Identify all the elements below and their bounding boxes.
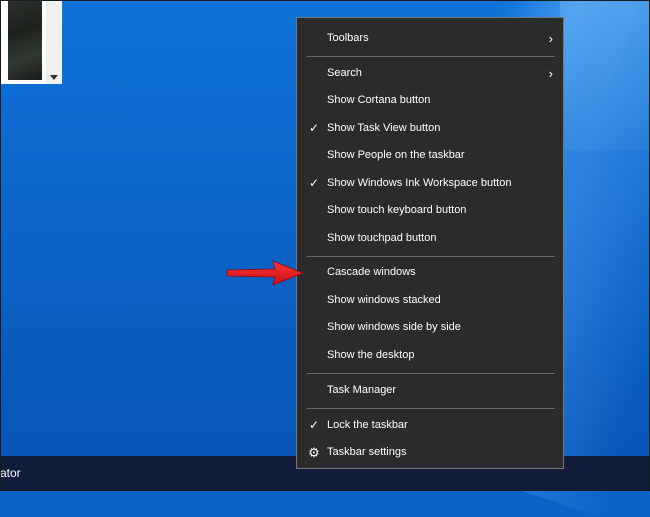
checkmark-icon: ✓ bbox=[308, 418, 320, 432]
menu-item-search[interactable]: Search › bbox=[297, 60, 563, 87]
menu-item-label: Show windows stacked bbox=[327, 294, 441, 306]
menu-item-task-manager[interactable]: Task Manager bbox=[297, 377, 563, 404]
taskbar-item-text[interactable]: ator bbox=[0, 456, 21, 491]
menu-item-label: Show touch keyboard button bbox=[327, 204, 467, 216]
window-scrollbar[interactable] bbox=[46, 0, 62, 84]
chevron-right-icon: › bbox=[548, 66, 553, 81]
gear-icon: ⚙ bbox=[308, 445, 320, 460]
menu-item-show-people[interactable]: Show People on the taskbar bbox=[297, 142, 563, 169]
menu-item-label: Show Task View button bbox=[327, 122, 441, 134]
menu-separator bbox=[307, 56, 555, 57]
menu-item-show-cortana-button[interactable]: Show Cortana button bbox=[297, 87, 563, 114]
menu-separator bbox=[307, 408, 555, 409]
menu-item-label: Toolbars bbox=[327, 32, 369, 44]
menu-item-label: Lock the taskbar bbox=[327, 419, 408, 431]
menu-item-label: Show windows side by side bbox=[327, 321, 461, 333]
taskbar-context-menu: Toolbars › Search › Show Cortana button … bbox=[296, 17, 564, 469]
checkmark-icon: ✓ bbox=[308, 176, 320, 190]
menu-item-label: Taskbar settings bbox=[327, 446, 407, 458]
menu-item-label: Task Manager bbox=[327, 384, 397, 396]
menu-item-lock-the-taskbar[interactable]: ✓ Lock the taskbar bbox=[297, 412, 563, 439]
menu-item-label: Show People on the taskbar bbox=[327, 149, 465, 161]
menu-item-toolbars[interactable]: Toolbars › bbox=[297, 25, 563, 52]
menu-item-show-touchpad[interactable]: Show touchpad button bbox=[297, 225, 563, 252]
menu-item-taskbar-settings[interactable]: ⚙ Taskbar settings bbox=[297, 439, 563, 466]
menu-item-show-windows-ink[interactable]: ✓ Show Windows Ink Workspace button bbox=[297, 170, 563, 197]
menu-item-show-the-desktop[interactable]: Show the desktop bbox=[297, 342, 563, 369]
scroll-down-arrow-icon[interactable] bbox=[50, 75, 58, 80]
menu-item-label: Show the desktop bbox=[327, 349, 415, 361]
chevron-right-icon: › bbox=[548, 31, 553, 46]
wallpaper-pane bbox=[560, 0, 650, 150]
menu-item-label: Show Cortana button bbox=[327, 94, 431, 106]
menu-item-label: Cascade windows bbox=[327, 266, 416, 278]
menu-item-show-touch-keyboard[interactable]: Show touch keyboard button bbox=[297, 197, 563, 224]
menu-separator bbox=[307, 256, 555, 257]
menu-item-show-task-view-button[interactable]: ✓ Show Task View button bbox=[297, 115, 563, 142]
menu-item-label: Search bbox=[327, 67, 362, 79]
partial-window[interactable] bbox=[0, 0, 62, 84]
menu-item-label: Show touchpad button bbox=[327, 232, 437, 244]
menu-item-show-windows-stacked[interactable]: Show windows stacked bbox=[297, 287, 563, 314]
menu-item-cascade-windows[interactable]: Cascade windows bbox=[297, 259, 563, 286]
menu-item-show-windows-side-by-side[interactable]: Show windows side by side bbox=[297, 314, 563, 341]
red-arrow-annotation-icon bbox=[226, 260, 305, 286]
menu-separator bbox=[307, 373, 555, 374]
menu-item-label: Show Windows Ink Workspace button bbox=[327, 177, 512, 189]
window-thumbnail-image bbox=[8, 0, 42, 80]
checkmark-icon: ✓ bbox=[308, 121, 320, 135]
